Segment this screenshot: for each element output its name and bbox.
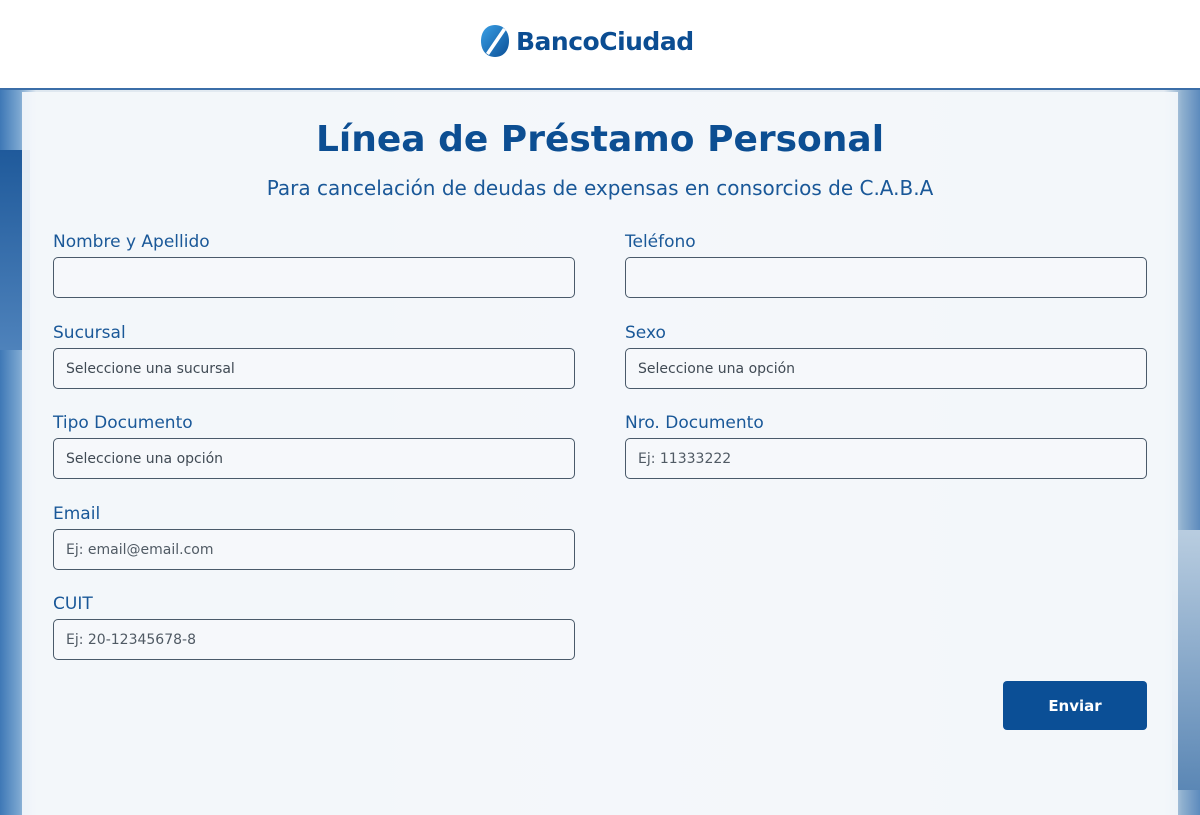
enviar-button[interactable]: Enviar — [1003, 681, 1147, 730]
sucursal-label: Sucursal — [53, 323, 126, 343]
page-title: Línea de Préstamo Personal — [315, 119, 885, 160]
banco-ciudad-logo-icon — [481, 25, 509, 57]
email-label: Email — [53, 504, 101, 524]
nro-documento-label: Nro. Documento — [625, 413, 764, 433]
sexo-select-value: Seleccione una opción — [638, 360, 796, 377]
site-header: BancoCiudad — [0, 0, 1200, 90]
tipo-documento-select[interactable]: Seleccione una opción — [53, 438, 575, 479]
telefono-input[interactable] — [625, 257, 1147, 298]
sucursal-select-value: Seleccione una sucursal — [66, 360, 235, 377]
tipo-documento-select-value: Seleccione una opción — [66, 450, 224, 467]
email-input[interactable] — [53, 529, 575, 570]
cuit-input[interactable] — [53, 619, 575, 660]
page-subtitle: Para cancelación de deudas de expensas e… — [266, 176, 934, 200]
brand-name: BancoCiudad — [516, 26, 694, 56]
nombre-input[interactable] — [53, 257, 575, 298]
sexo-label: Sexo — [625, 323, 666, 343]
sucursal-select[interactable]: Seleccione una sucursal — [53, 348, 575, 389]
tipo-documento-label: Tipo Documento — [53, 413, 193, 433]
sexo-select[interactable]: Seleccione una opción — [625, 348, 1147, 389]
nombre-label: Nombre y Apellido — [53, 232, 210, 252]
brand-logo[interactable]: BancoCiudad — [480, 22, 694, 60]
form-panel: Línea de Préstamo Personal Para cancelac… — [22, 92, 1178, 815]
cuit-label: CUIT — [53, 594, 93, 614]
telefono-label: Teléfono — [625, 232, 696, 252]
nro-documento-input[interactable] — [625, 438, 1147, 479]
